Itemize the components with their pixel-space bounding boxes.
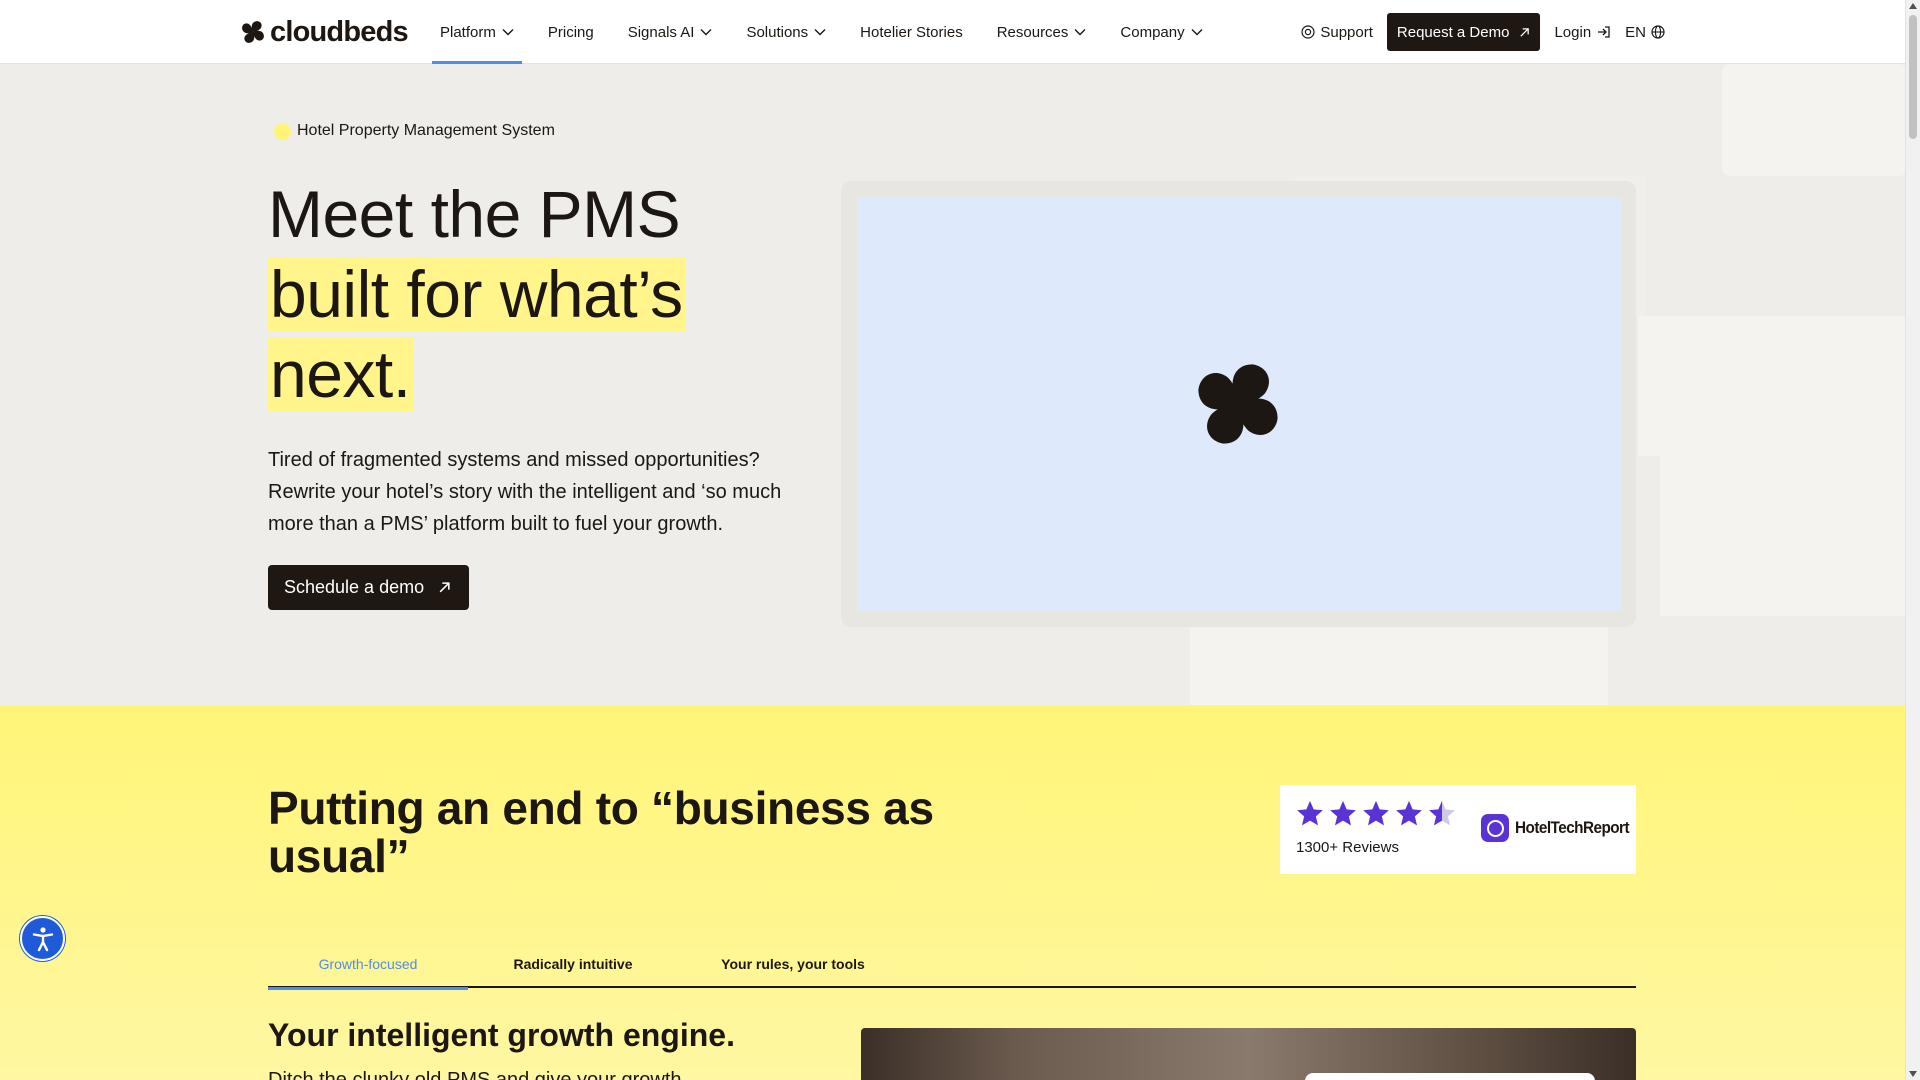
- rating-badge[interactable]: 1300+ Reviews HotelTechReport: [1280, 785, 1636, 874]
- page-scrollbar[interactable]: [1905, 0, 1920, 1080]
- support-link[interactable]: Support: [1301, 24, 1373, 41]
- nav-item-label: Hotelier Stories: [860, 23, 963, 41]
- scrollbar-thumb[interactable]: [1909, 15, 1917, 139]
- scroll-up-arrow-icon[interactable]: [1909, 3, 1917, 9]
- main-menu: Platform Pricing Signals AI Solutions Ho…: [432, 0, 1229, 64]
- language-selector[interactable]: EN: [1625, 24, 1665, 41]
- star-icon: [1297, 800, 1323, 826]
- star-icon: [1396, 800, 1422, 826]
- accessibility-button[interactable]: [20, 916, 65, 961]
- features-section: Putting an end to “business as usual” 13…: [0, 705, 1905, 1080]
- headline-highlight: next.: [268, 337, 413, 411]
- photo-overlay-card: [1305, 1073, 1595, 1080]
- cloudbeds-logo[interactable]: cloudbeds: [240, 16, 409, 48]
- arrow-up-right-icon: [439, 582, 450, 593]
- support-label: Support: [1320, 23, 1373, 41]
- nav-item-platform[interactable]: Platform: [432, 0, 522, 64]
- request-demo-button[interactable]: Request a Demo: [1386, 13, 1541, 51]
- nav-utilities: Support Request a Demo Login EN: [1301, 13, 1665, 51]
- hero-description: Tired of fragmented systems and missed o…: [268, 449, 782, 535]
- chevron-down-icon: [814, 29, 826, 36]
- nav-item-label: Resources: [996, 23, 1069, 41]
- cloudbeds-loading-icon: [1198, 364, 1278, 444]
- eyebrow-text: Hotel Property Management System: [297, 122, 555, 139]
- support-icon: [1301, 25, 1315, 39]
- star-icon: [1330, 800, 1356, 826]
- tab-panel-title: Your intelligent growth engine.: [268, 1017, 735, 1053]
- headline-line: Meet the PMS: [268, 177, 681, 251]
- globe-icon: [1651, 25, 1665, 39]
- hoteltechreport-name: HotelTechReport: [1515, 818, 1630, 837]
- reviews-count: 1300+ Reviews: [1296, 839, 1399, 856]
- accessibility-icon: [32, 926, 53, 951]
- tab-your-rules-your-tools[interactable]: Your rules, your tools: [678, 940, 908, 988]
- hoteltechreport-logo: HotelTechReport: [1481, 814, 1642, 842]
- hotelier-photo: [861, 1028, 1636, 1080]
- login-icon: [1598, 26, 1610, 38]
- language-label: EN: [1625, 23, 1646, 41]
- tab-growth-focused[interactable]: Growth-focused: [268, 940, 468, 990]
- cloudbeds-logo-icon: [242, 21, 264, 43]
- tab-panel-body: Ditch the clunky old PMS and give your g…: [268, 1069, 682, 1080]
- feature-tabs: Growth-focused Radically intuitive Your …: [268, 940, 1636, 990]
- request-demo-label: Request a Demo: [1396, 23, 1510, 41]
- decorative-tile: [1638, 316, 1905, 456]
- hero-section: Hotel Property Management System Meet th…: [0, 64, 1905, 705]
- eyebrow-label: Hotel Property Management System: [274, 122, 555, 140]
- eyebrow-dot-icon: [274, 122, 291, 140]
- nav-item-label: Company: [1120, 23, 1185, 41]
- login-label: Login: [1554, 23, 1592, 41]
- decorative-tile: [1660, 456, 1905, 616]
- chevron-down-icon: [700, 29, 712, 36]
- schedule-demo-label: Schedule a demo: [284, 577, 425, 597]
- brand-name: cloudbeds: [270, 16, 409, 48]
- chevron-down-icon: [502, 29, 514, 36]
- nav-item-solutions[interactable]: Solutions: [738, 0, 834, 64]
- headline-highlight: built for what’s: [268, 257, 685, 331]
- nav-item-resources[interactable]: Resources: [989, 0, 1095, 64]
- nav-item-hotelier-stories[interactable]: Hotelier Stories: [852, 0, 971, 64]
- nav-item-label: Pricing: [547, 23, 594, 41]
- hoteltechreport-icon: [1481, 814, 1509, 842]
- chevron-down-icon: [1074, 29, 1086, 36]
- nav-item-label: Solutions: [746, 23, 809, 41]
- decorative-tile: [1722, 64, 1905, 176]
- section-title: Putting an end to “business as usual”: [268, 782, 934, 882]
- nav-item-company[interactable]: Company: [1112, 0, 1210, 64]
- nav-item-signals-ai[interactable]: Signals AI: [620, 0, 721, 64]
- nav-item-label: Platform: [440, 23, 496, 41]
- star-rating: [1295, 799, 1457, 829]
- tab-radically-intuitive[interactable]: Radically intuitive: [468, 940, 678, 988]
- top-navigation: cloudbeds Platform Pricing Signals AI So…: [0, 0, 1905, 64]
- schedule-demo-button[interactable]: Schedule a demo: [268, 565, 470, 610]
- star-icon: [1363, 800, 1389, 826]
- chevron-down-icon: [1191, 29, 1203, 36]
- scroll-down-arrow-icon[interactable]: [1909, 1071, 1917, 1077]
- nav-item-pricing[interactable]: Pricing: [540, 0, 602, 64]
- half-star-icon: [1429, 800, 1455, 826]
- login-link[interactable]: Login: [1554, 24, 1611, 41]
- arrow-up-right-icon: [1520, 27, 1530, 37]
- hero-headline: Meet the PMS built for what’s next.: [268, 174, 685, 414]
- decorative-tile: [1190, 627, 1608, 705]
- nav-item-label: Signals AI: [627, 23, 695, 41]
